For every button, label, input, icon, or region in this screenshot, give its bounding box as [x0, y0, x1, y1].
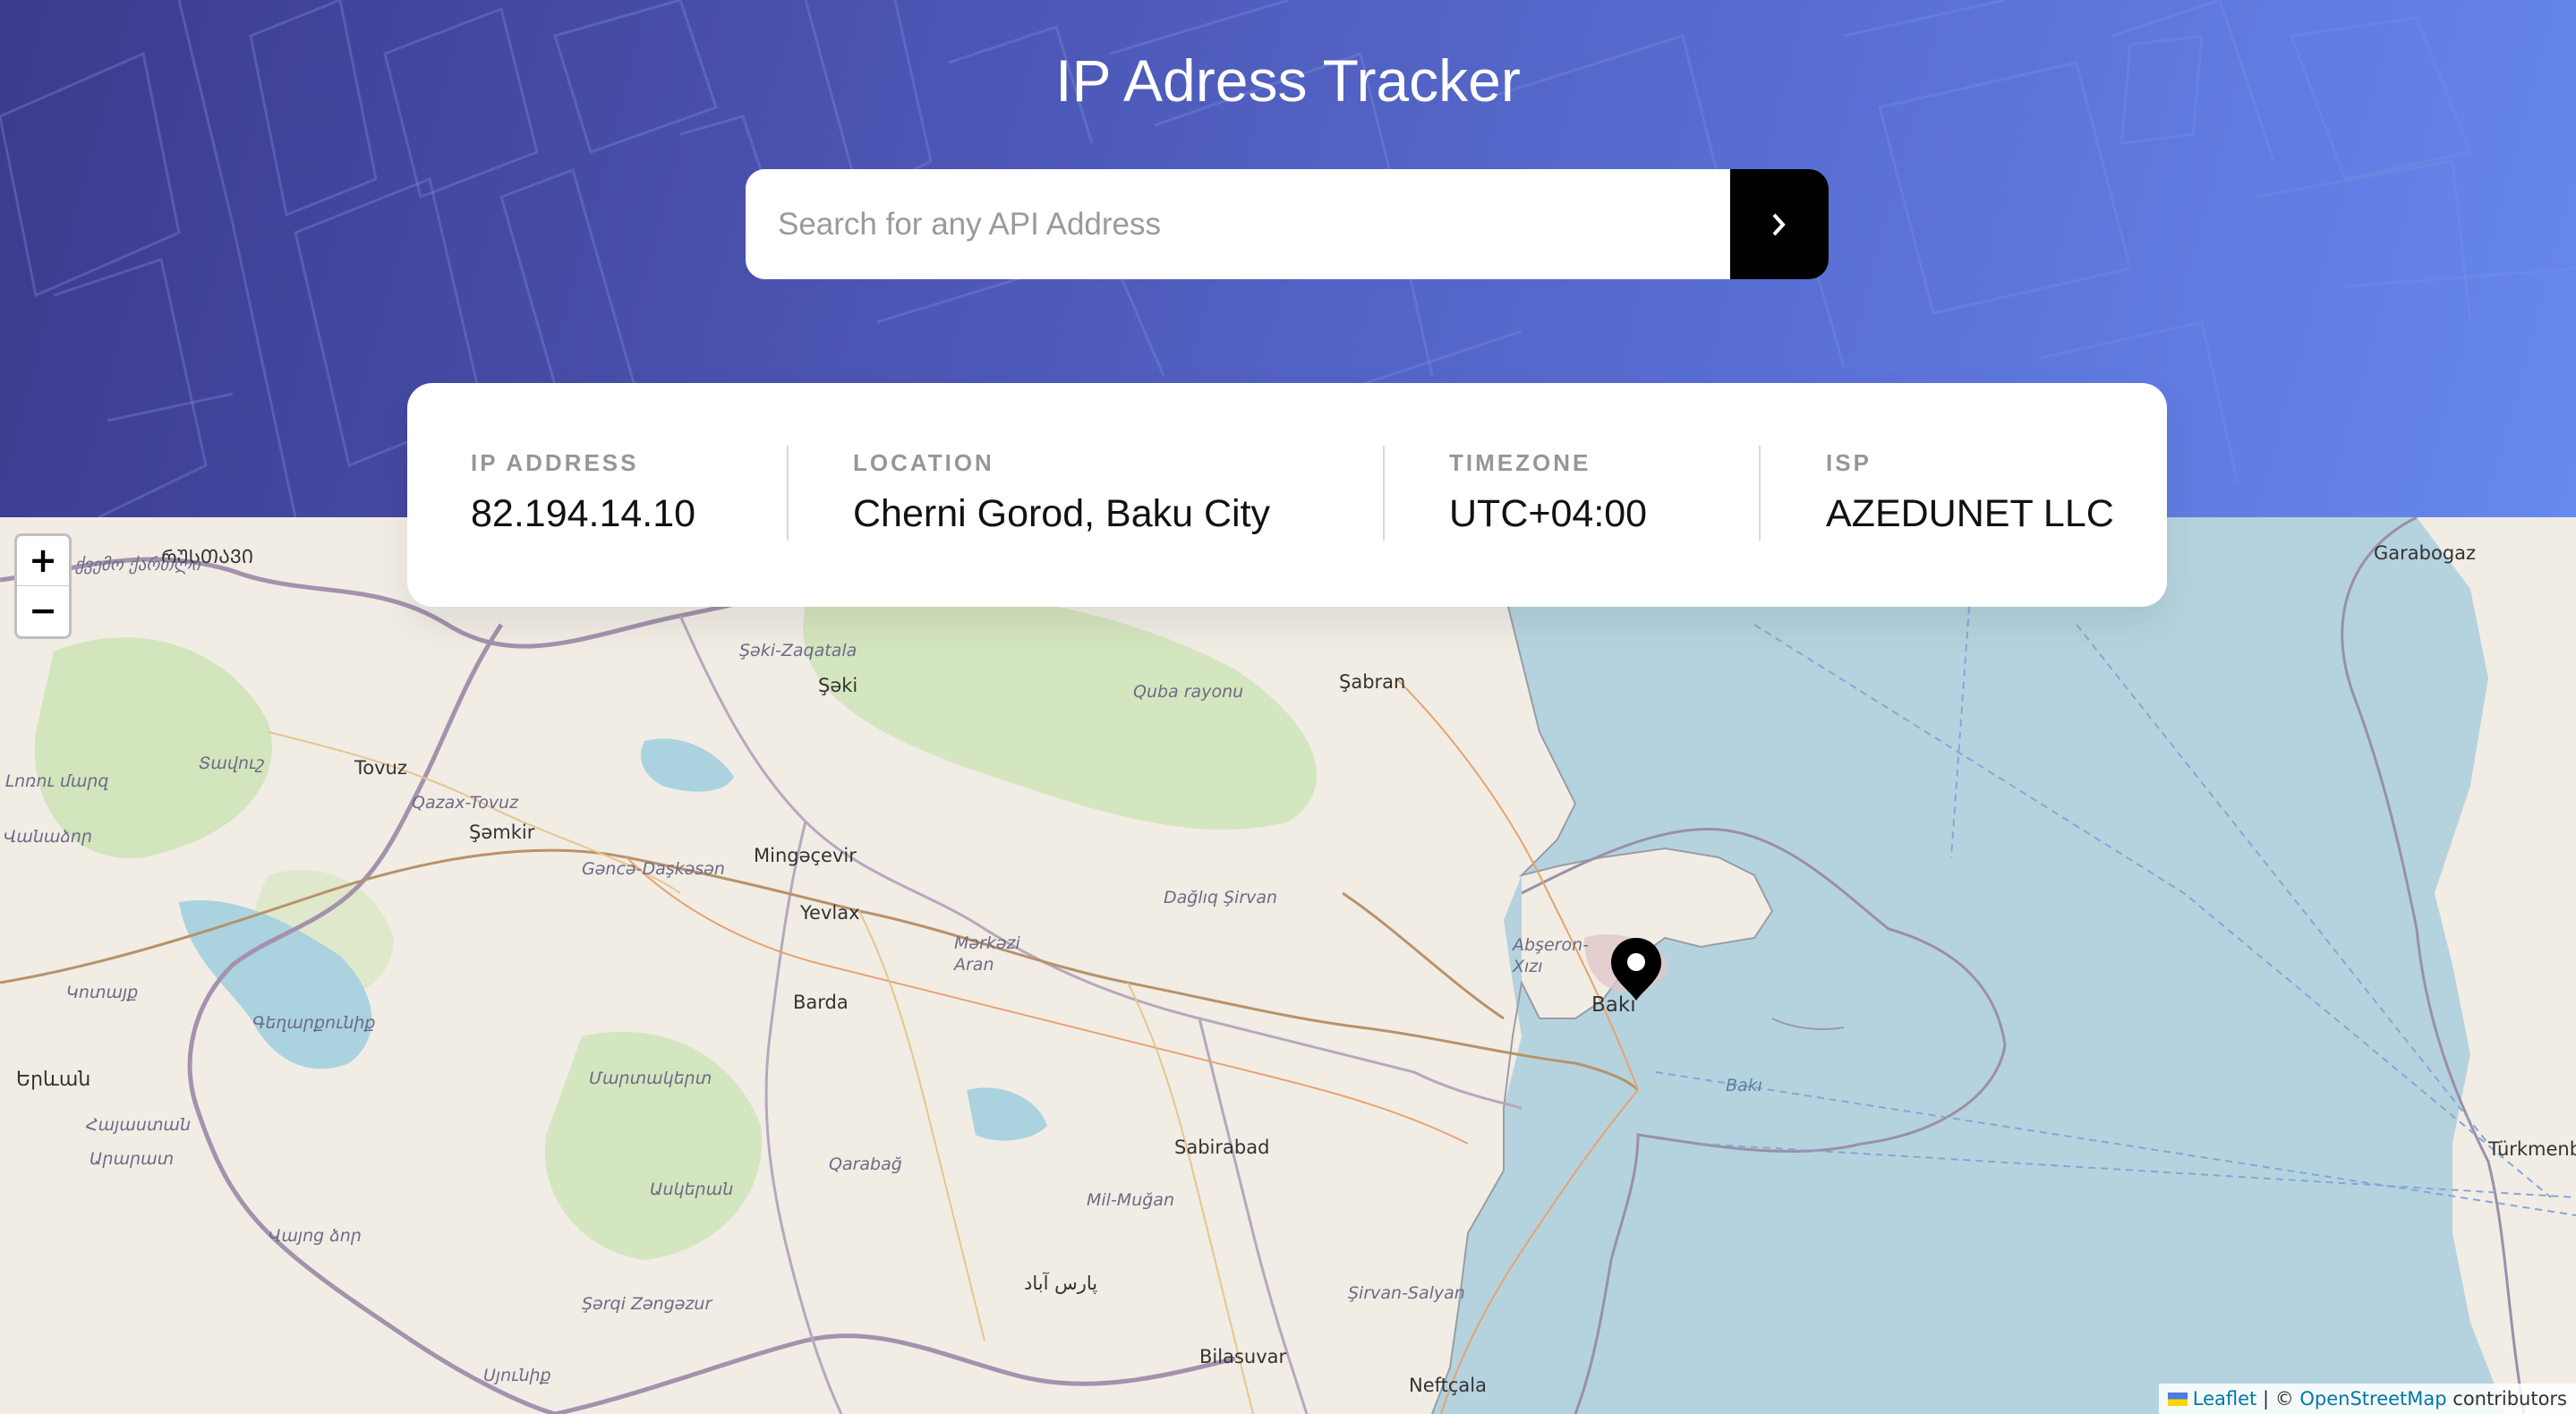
map-label: Türkmenba — [2488, 1138, 2576, 1160]
chevron-right-icon — [1772, 213, 1786, 235]
map-label: پارس آباد — [1024, 1273, 1098, 1294]
map-label: Ասկերան — [650, 1180, 734, 1199]
map-label: Սյունիք — [483, 1366, 551, 1385]
ip-address-label: IP ADDRESS — [471, 449, 639, 476]
ip-address-value: 82.194.14.10 — [471, 492, 696, 535]
location-pin-icon[interactable] — [1609, 936, 1663, 1002]
app: Garabogaz Şəki-Zaqatala Şəki Quba rayonu… — [0, 0, 2576, 1414]
search-input[interactable] — [746, 169, 1730, 279]
map-label: Մարտակերտ — [589, 1069, 712, 1088]
zoom-control: + − — [14, 533, 72, 639]
map-label: Վանաձոր — [4, 827, 93, 847]
search-submit-button[interactable] — [1730, 169, 1829, 279]
map-tiles[interactable] — [0, 517, 2576, 1414]
openstreetmap-link[interactable]: OpenStreetMap — [2299, 1388, 2446, 1410]
location-label: LOCATION — [853, 449, 994, 476]
divider — [787, 446, 789, 541]
map-label: Gəncə-Daşkəsən — [582, 859, 725, 879]
map-label: Արարատ — [90, 1149, 175, 1169]
ukraine-flag-icon — [2167, 1393, 2188, 1406]
map-label: Հայաստան — [86, 1115, 191, 1135]
info-card: IP ADDRESS 82.194.14.10 LOCATION Cherni … — [407, 383, 2167, 607]
divider — [1383, 446, 1385, 541]
map-label: Yevlax — [800, 902, 860, 924]
map-label: Qazax-Tovuz — [412, 793, 519, 813]
map-label: Mil-Muğan — [1087, 1190, 1174, 1210]
attribution-suffix: contributors — [2446, 1388, 2567, 1410]
map-label: ქვემო ქართლი — [75, 555, 200, 575]
map-label: Abşeron-Xızı — [1513, 935, 1589, 976]
map-attribution: Leaflet | © OpenStreetMap contributors — [2158, 1384, 2576, 1414]
map-label: Quba rayonu — [1133, 682, 1244, 702]
map-label: Վայոց ձոր — [269, 1226, 362, 1246]
map-label: Երևան — [16, 1069, 91, 1091]
search-bar — [746, 169, 1829, 279]
map-label: Mingəçevir — [754, 845, 857, 866]
map-label: Տավուշ — [199, 754, 265, 773]
timezone-label: TIMEZONE — [1449, 449, 1591, 476]
isp-value: AZEDUNET LLC — [1826, 492, 2114, 535]
location-value: Cherni Gorod, Baku City — [853, 492, 1271, 535]
timezone-value: UTC+04:00 — [1449, 492, 1648, 535]
map-label: Neftçala — [1409, 1375, 1488, 1396]
map-label: Dağlıq Şirvan — [1164, 888, 1278, 907]
divider — [1759, 446, 1761, 541]
map-label: Şəki — [818, 675, 858, 696]
map-label: Şəmkir — [469, 822, 535, 843]
leaflet-link[interactable]: Leaflet — [2193, 1388, 2257, 1410]
map-label: Garabogaz — [2374, 542, 2477, 564]
map-label: Կոտայք — [66, 983, 139, 1002]
map-label: Şərqi Zəngəzur — [582, 1294, 712, 1314]
page-title: IP Adress Tracker — [1055, 47, 1521, 114]
zoom-out-button[interactable]: − — [17, 586, 69, 635]
map-label: Tovuz — [354, 757, 407, 779]
map-label: Mərkəzi Aran — [954, 933, 1020, 975]
map-label: Şirvan-Salyan — [1348, 1283, 1465, 1303]
map-label: Bakı — [1726, 1076, 1762, 1095]
map-label: Գեղարքունիք — [252, 1013, 376, 1033]
map-label: Qarabağ — [829, 1154, 902, 1174]
zoom-in-button[interactable]: + — [17, 536, 69, 586]
map-label: Sabirabad — [1174, 1137, 1270, 1158]
attribution-separator: | © — [2256, 1388, 2300, 1410]
map-label: Şəki-Zaqatala — [739, 641, 857, 660]
isp-label: ISP — [1826, 449, 1872, 476]
map-label: Bilasuvar — [1199, 1346, 1287, 1367]
map[interactable]: Garabogaz Şəki-Zaqatala Şəki Quba rayonu… — [0, 517, 2576, 1414]
map-label: Barda — [793, 992, 849, 1013]
map-label: Լոռու մարզ — [5, 771, 109, 791]
map-label: Şabran — [1339, 671, 1406, 693]
